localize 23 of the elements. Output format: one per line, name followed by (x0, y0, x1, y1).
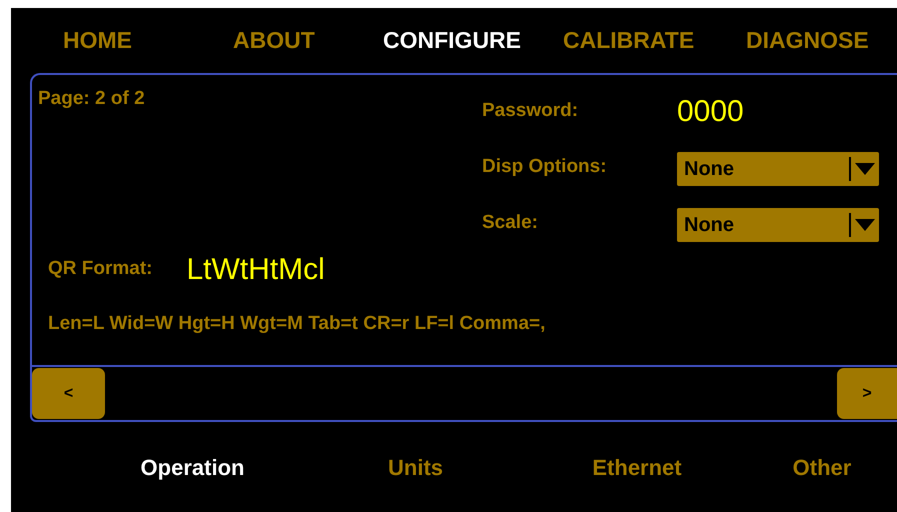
nav-tab[interactable]: CALIBRATE (563, 27, 694, 54)
qr-format-value: LtWtHtMcl (186, 252, 325, 288)
nav-tab[interactable]: DIAGNOSE (746, 27, 869, 54)
nav-tab[interactable]: CONFIGURE (383, 27, 521, 54)
sub-tab[interactable]: Other (792, 450, 852, 484)
password-value: 0000 (677, 94, 744, 130)
field-label: Password: (482, 98, 580, 123)
dropdown-arrow-icon (855, 219, 875, 231)
dropdown[interactable]: None (677, 208, 879, 242)
page-indicator: Page: 2 of 2 (38, 88, 145, 109)
dropdown-arrow-icon (855, 163, 875, 175)
legend-text: Len=L Wid=W Hgt=H Wgt=M Tab=t CR=r LF=l Comma=, (48, 313, 546, 334)
previous-button[interactable]: < (32, 368, 105, 419)
field-label: Scale: (482, 210, 539, 235)
sub-tab[interactable]: Units (388, 450, 443, 484)
nav-tab[interactable]: HOME (63, 27, 132, 54)
dropdown[interactable]: None (677, 152, 879, 186)
qr-format-label: QR Format: (48, 257, 152, 282)
sub-tab[interactable]: Ethernet (592, 450, 682, 484)
field-label: Disp Options: (482, 154, 608, 179)
next-button[interactable]: > (837, 368, 897, 419)
sub-tab[interactable]: Operation (140, 450, 244, 484)
nav-tab[interactable]: ABOUT (233, 27, 315, 54)
